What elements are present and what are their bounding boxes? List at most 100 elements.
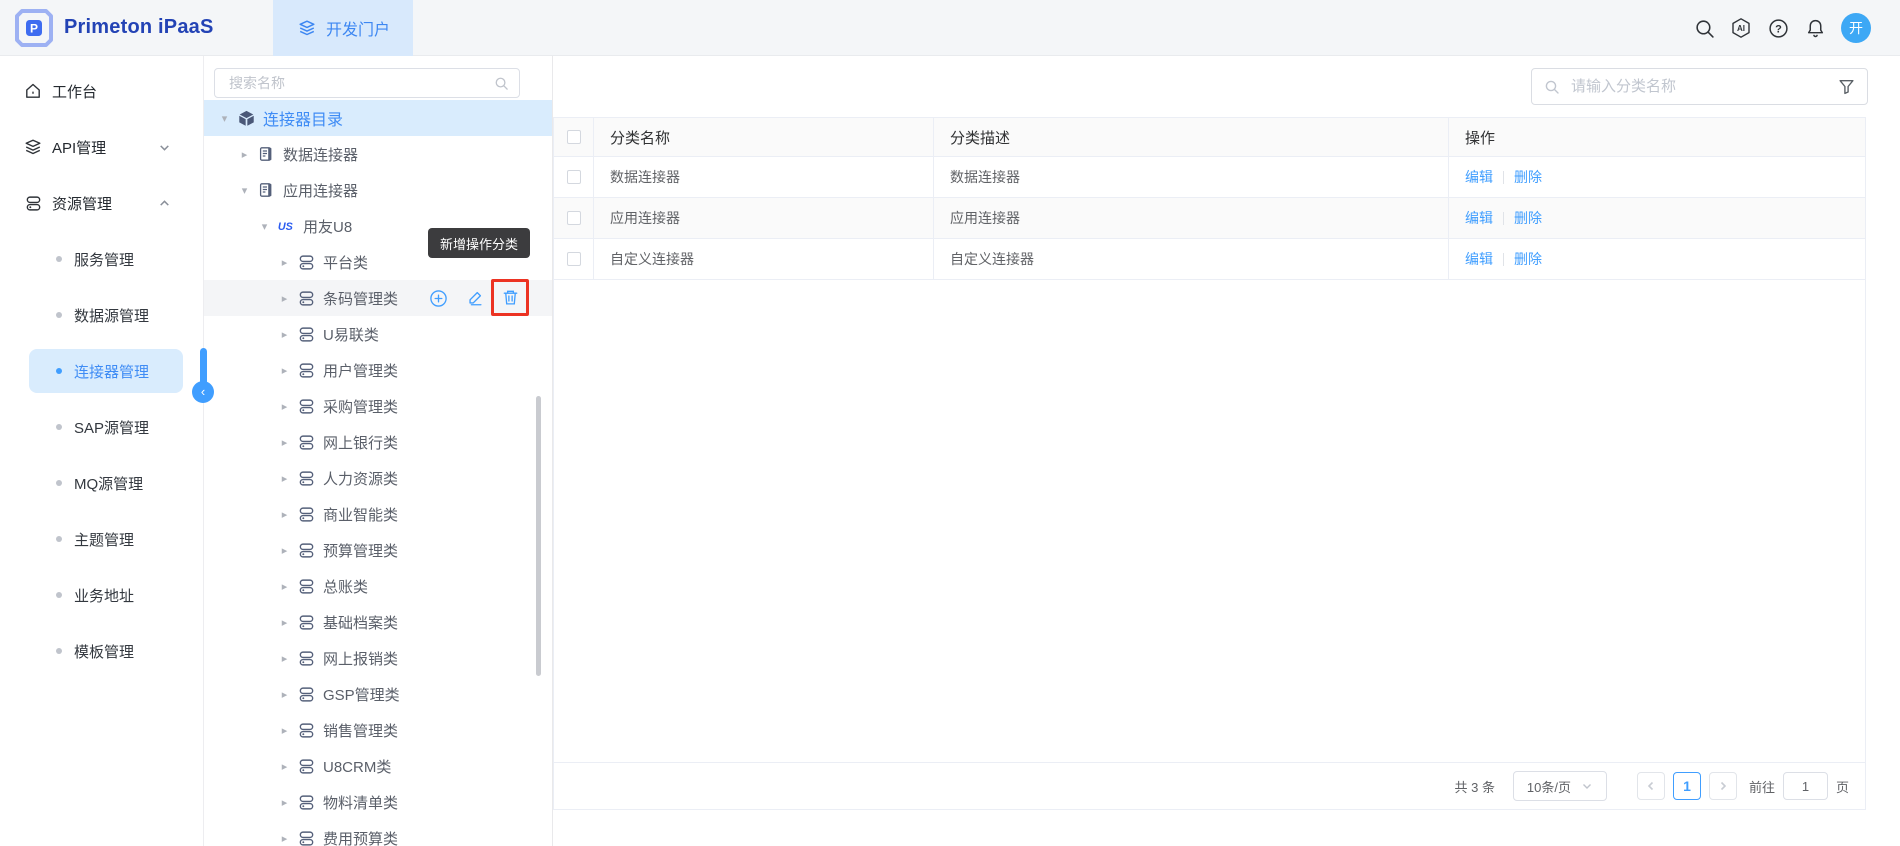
edit-category-icon[interactable] bbox=[465, 288, 485, 308]
select-all-checkbox[interactable] bbox=[567, 130, 581, 144]
caret-right-icon[interactable]: ▸ bbox=[278, 292, 291, 305]
tree-node-13[interactable]: ▸总账类 bbox=[204, 568, 553, 604]
caret-right-icon[interactable]: ▸ bbox=[278, 400, 291, 413]
tree-node-0[interactable]: ▾ 连接器目录 bbox=[204, 100, 553, 136]
tree-node-18[interactable]: ▸U8CRM类 bbox=[204, 748, 553, 784]
notification-icon[interactable] bbox=[1804, 17, 1826, 39]
tab-label: 开发门户 bbox=[326, 16, 390, 40]
goto-page-input[interactable] bbox=[1783, 772, 1828, 800]
row-checkbox[interactable] bbox=[567, 211, 581, 225]
sidebar-item-0[interactable]: 工作台 bbox=[0, 63, 203, 119]
tree-node-7[interactable]: ▸用户管理类 bbox=[204, 352, 553, 388]
sidebar-subitem-5[interactable]: 连接器管理 bbox=[0, 343, 203, 399]
tree-node-16[interactable]: ▸GSP管理类 bbox=[204, 676, 553, 712]
tree-node-label: 物料清单类 bbox=[323, 792, 398, 813]
prev-page-button[interactable] bbox=[1637, 772, 1665, 800]
sidebar-item-1[interactable]: API管理 bbox=[0, 119, 203, 175]
tree-node-14[interactable]: ▸ 基础档案类 bbox=[204, 604, 553, 640]
sidebar-subitem-10[interactable]: 模板管理 bbox=[0, 623, 203, 679]
edit-link[interactable]: 编辑 bbox=[1465, 208, 1493, 228]
sidebar-subitem-4[interactable]: 数据源管理 bbox=[0, 287, 203, 343]
cell-category-name: 应用连接器 bbox=[594, 198, 934, 238]
sidebar-subitem-3[interactable]: 服务管理 bbox=[0, 231, 203, 287]
tree-node-20[interactable]: ▸费用预算类 bbox=[204, 820, 553, 846]
rack-icon bbox=[297, 829, 315, 846]
caret-down-icon[interactable]: ▾ bbox=[258, 220, 271, 233]
caret-right-icon[interactable]: ▸ bbox=[238, 148, 251, 161]
tree-node-1[interactable]: ▸数据连接器 bbox=[204, 136, 553, 172]
sidebar-item-2[interactable]: 资源管理 bbox=[0, 175, 203, 231]
search-icon[interactable] bbox=[1693, 17, 1715, 39]
caret-right-icon[interactable]: ▸ bbox=[278, 328, 291, 341]
caret-right-icon[interactable]: ▸ bbox=[278, 364, 291, 377]
add-category-icon[interactable] bbox=[428, 288, 448, 308]
caret-right-icon[interactable]: ▸ bbox=[278, 616, 291, 629]
ai-assistant-icon[interactable]: AI bbox=[1730, 17, 1752, 39]
tree-node-12[interactable]: ▸预算管理类 bbox=[204, 532, 553, 568]
sidebar-item-label: MQ源管理 bbox=[74, 473, 143, 494]
tree-node-5[interactable]: ▸条码管理类 bbox=[204, 280, 553, 316]
help-icon[interactable]: ? bbox=[1767, 17, 1789, 39]
caret-right-icon[interactable]: ▸ bbox=[278, 760, 291, 773]
caret-right-icon[interactable]: ▸ bbox=[278, 472, 291, 485]
row-checkbox[interactable] bbox=[567, 252, 581, 266]
rack-icon bbox=[297, 505, 315, 523]
tree-node-15[interactable]: ▸网上报销类 bbox=[204, 640, 553, 676]
delete-link[interactable]: 删除 bbox=[1514, 208, 1542, 228]
tree-node-label: 连接器目录 bbox=[263, 106, 343, 130]
tree-node-17[interactable]: ▸销售管理类 bbox=[204, 712, 553, 748]
rack-icon bbox=[297, 289, 315, 307]
rack-icon bbox=[297, 397, 315, 415]
sidebar-subitem-7[interactable]: MQ源管理 bbox=[0, 455, 203, 511]
caret-down-icon[interactable]: ▾ bbox=[238, 184, 251, 197]
sidebar-subitem-9[interactable]: 业务地址 bbox=[0, 567, 203, 623]
edit-link[interactable]: 编辑 bbox=[1465, 167, 1493, 187]
caret-right-icon[interactable]: ▸ bbox=[278, 652, 291, 665]
caret-right-icon[interactable]: ▸ bbox=[278, 544, 291, 557]
bullet-icon bbox=[56, 424, 62, 430]
tree-node-6[interactable]: ▸U易联类 bbox=[204, 316, 553, 352]
tree-node-10[interactable]: ▸人力资源类 bbox=[204, 460, 553, 496]
current-page-button[interactable]: 1 bbox=[1673, 772, 1701, 800]
caret-right-icon[interactable]: ▸ bbox=[278, 724, 291, 737]
caret-down-icon[interactable]: ▾ bbox=[218, 112, 231, 125]
tree-node-19[interactable]: ▸ 物料清单类 bbox=[204, 784, 553, 820]
category-search-box bbox=[1531, 68, 1868, 105]
tree-node-8[interactable]: ▸采购管理类 bbox=[204, 388, 553, 424]
caret-right-icon[interactable]: ▸ bbox=[278, 256, 291, 269]
tree-node-11[interactable]: ▸商业智能类 bbox=[204, 496, 553, 532]
next-page-button[interactable] bbox=[1709, 772, 1737, 800]
caret-right-icon[interactable]: ▸ bbox=[278, 688, 291, 701]
edit-link[interactable]: 编辑 bbox=[1465, 249, 1493, 269]
tree-node-2[interactable]: ▾应用连接器 bbox=[204, 172, 553, 208]
tooltip-add-operation-category: 新增操作分类 bbox=[428, 228, 530, 258]
caret-right-icon[interactable]: ▸ bbox=[278, 580, 291, 593]
caret-right-icon[interactable]: ▸ bbox=[278, 832, 291, 845]
sidebar-subitem-6[interactable]: SAP源管理 bbox=[0, 399, 203, 455]
collapse-handle-icon[interactable]: ‹ bbox=[192, 381, 214, 403]
tree-node-label: 基础档案类 bbox=[323, 612, 398, 633]
caret-right-icon[interactable]: ▸ bbox=[278, 508, 291, 521]
top-actions: AI ? 开 bbox=[1693, 0, 1871, 56]
avatar[interactable]: 开 bbox=[1841, 13, 1871, 43]
sidebar-subitem-8[interactable]: 主题管理 bbox=[0, 511, 203, 567]
tree-node-9[interactable]: ▸网上银行类 bbox=[204, 424, 553, 460]
tab-developer-portal[interactable]: 开发门户 bbox=[273, 0, 413, 56]
chevron-down-icon bbox=[1581, 780, 1593, 792]
table-row-2: 自定义连接器自定义连接器编辑删除 bbox=[554, 239, 1865, 280]
delete-link[interactable]: 删除 bbox=[1514, 249, 1542, 269]
rack-icon bbox=[297, 325, 315, 343]
tree-search-input[interactable] bbox=[227, 74, 494, 92]
caret-right-icon[interactable]: ▸ bbox=[278, 796, 291, 809]
rack-icon bbox=[297, 541, 315, 559]
category-search-input[interactable] bbox=[1569, 77, 1829, 96]
delete-category-icon[interactable] bbox=[501, 288, 520, 307]
table-body: 数据连接器数据连接器编辑删除应用连接器应用连接器编辑删除自定义连接器自定义连接器… bbox=[554, 157, 1865, 280]
delete-link[interactable]: 删除 bbox=[1514, 167, 1542, 187]
row-checkbox[interactable] bbox=[567, 170, 581, 184]
page-size-select[interactable]: 10条/页 bbox=[1513, 771, 1607, 801]
filter-icon[interactable] bbox=[1838, 78, 1855, 95]
caret-right-icon[interactable]: ▸ bbox=[278, 436, 291, 449]
tree-scrollbar[interactable] bbox=[536, 396, 541, 676]
top-bar: P Primeton iPaaS 开发门户 AI ? bbox=[0, 0, 1900, 56]
